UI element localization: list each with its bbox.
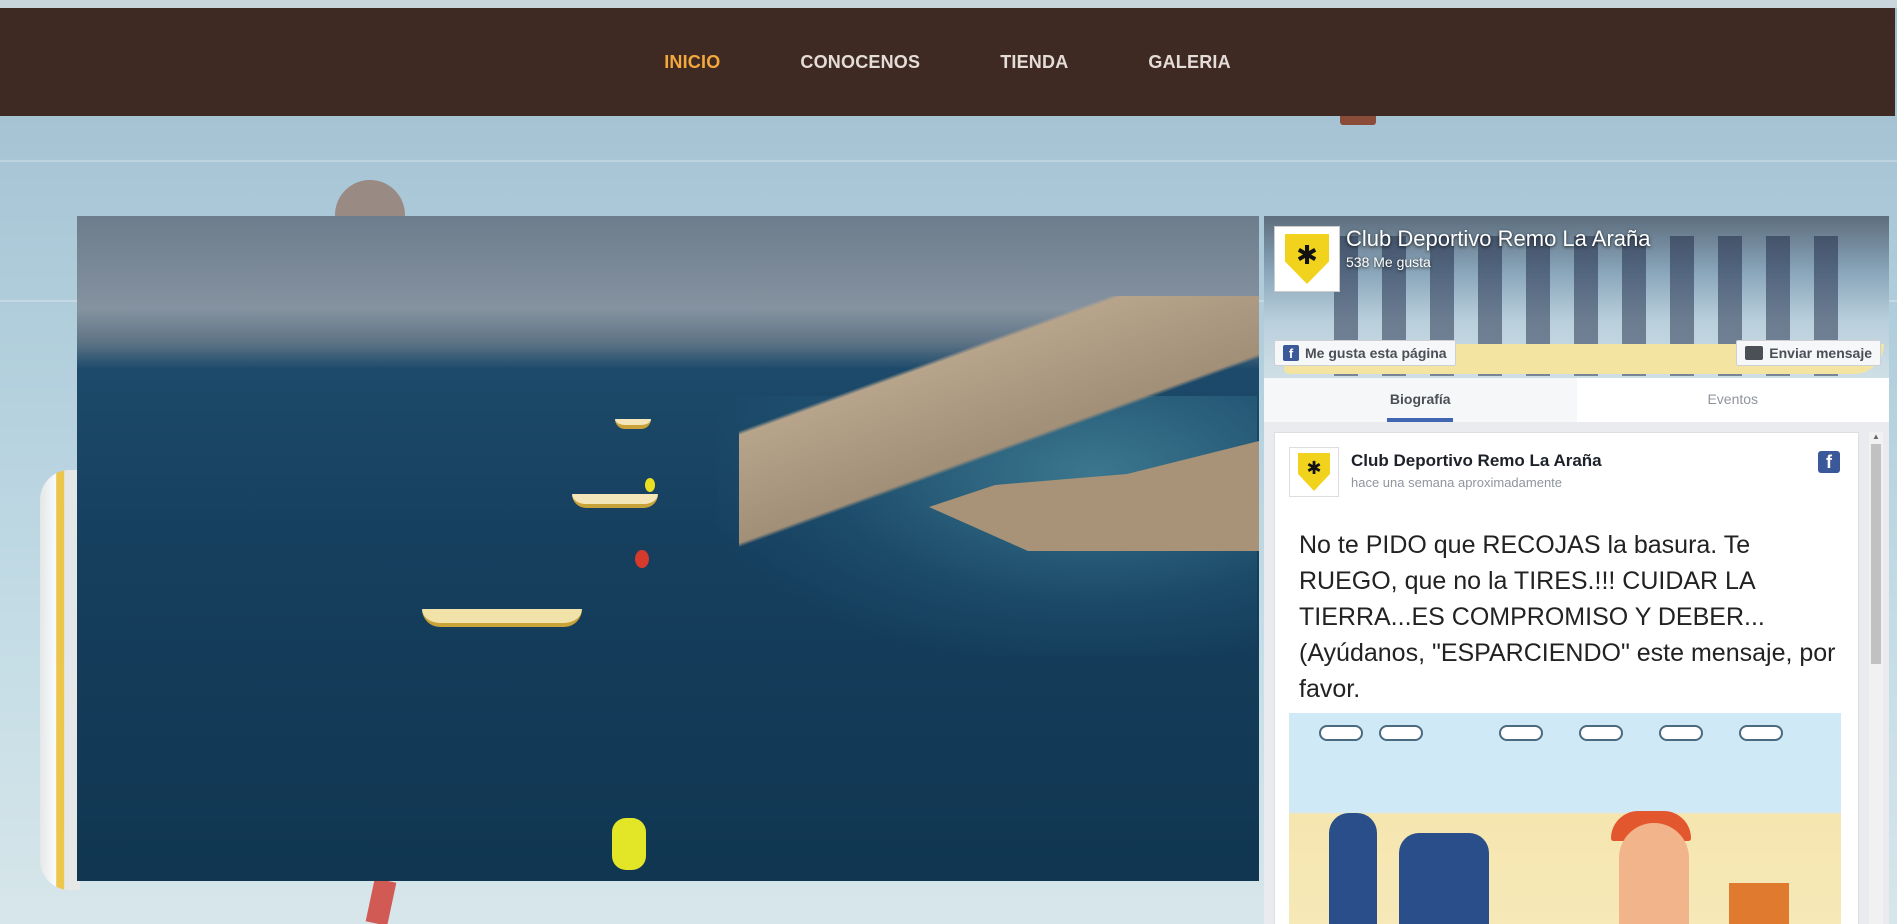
cartoon-man — [1619, 823, 1689, 924]
tab-eventos[interactable]: Eventos — [1577, 378, 1890, 422]
post-image[interactable]: No te PIDO que RECOJAS la basura. Te RUE… — [1289, 517, 1841, 924]
trash-bag — [1399, 833, 1489, 924]
nav-item-conocenos[interactable]: CONOCENOS — [800, 52, 920, 73]
hero-buoy — [635, 550, 649, 568]
fb-page-avatar[interactable] — [1274, 226, 1340, 292]
club-logo-icon — [1285, 234, 1329, 284]
tab-biografia[interactable]: Biografía — [1264, 378, 1577, 422]
post-timestamp[interactable]: hace una semana aproximadamente — [1351, 475, 1562, 490]
hero-buoy — [612, 818, 646, 870]
post-cartoon-illustration — [1289, 713, 1841, 924]
nav-item-inicio[interactable]: INICIO — [664, 52, 720, 73]
fb-tabs: Biografía Eventos — [1264, 378, 1889, 422]
trash-bag — [1329, 813, 1377, 924]
fb-like-page-label: Me gusta esta página — [1305, 345, 1447, 361]
fb-like-count: 538 Me gusta — [1346, 254, 1431, 270]
cloud-icon — [1319, 725, 1363, 741]
message-icon — [1745, 346, 1764, 360]
fb-like-page-button[interactable]: f Me gusta esta página — [1274, 340, 1456, 366]
scrollbar-thumb[interactable] — [1871, 444, 1881, 664]
hero-buoy — [645, 478, 655, 492]
nav-item-tienda[interactable]: TIENDA — [1000, 52, 1068, 73]
top-strip — [0, 0, 1897, 8]
fb-send-message-button[interactable]: Enviar mensaje — [1736, 340, 1881, 366]
post-image-text: No te PIDO que RECOJAS la basura. Te RUE… — [1299, 531, 1836, 703]
facebook-icon[interactable]: f — [1818, 451, 1840, 473]
fb-send-message-label: Enviar mensaje — [1769, 345, 1872, 361]
facebook-icon: f — [1283, 345, 1299, 361]
hero-image — [77, 216, 1259, 881]
hero-boat — [615, 419, 651, 429]
post-author[interactable]: Club Deportivo Remo La Araña — [1351, 451, 1602, 471]
club-logo-icon — [1298, 453, 1330, 491]
fb-page-name[interactable]: Club Deportivo Remo La Araña — [1346, 226, 1651, 252]
post-header: Club Deportivo Remo La Araña hace una se… — [1289, 447, 1844, 503]
cloud-icon — [1499, 725, 1543, 741]
cloud-icon — [1379, 725, 1423, 741]
background-wave — [0, 160, 1897, 162]
post-avatar[interactable] — [1289, 447, 1339, 497]
cloud-icon — [1579, 725, 1623, 741]
background-boat-hull — [40, 470, 80, 890]
hero-boat — [572, 494, 658, 508]
cloud-icon — [1659, 725, 1703, 741]
fb-timeline-feed[interactable]: Club Deportivo Remo La Araña hace una se… — [1274, 432, 1859, 924]
scroll-up-icon[interactable]: ▲ — [1872, 432, 1880, 441]
background-oar — [365, 878, 397, 924]
facebook-page-widget: Club Deportivo Remo La Araña 538 Me gust… — [1264, 216, 1889, 924]
hero-rowing-boat — [422, 609, 582, 627]
cloud-icon — [1739, 725, 1783, 741]
main-navigation: INICIO CONOCENOS TIENDA GALERIA — [0, 8, 1895, 116]
cartoon-bucket — [1729, 883, 1789, 924]
fb-feed-scrollbar[interactable]: ▲ — [1869, 432, 1883, 924]
fb-cover-photo[interactable]: Club Deportivo Remo La Araña 538 Me gust… — [1264, 216, 1889, 378]
background-person-head — [335, 180, 405, 220]
nav-item-galeria[interactable]: GALERIA — [1148, 52, 1230, 73]
